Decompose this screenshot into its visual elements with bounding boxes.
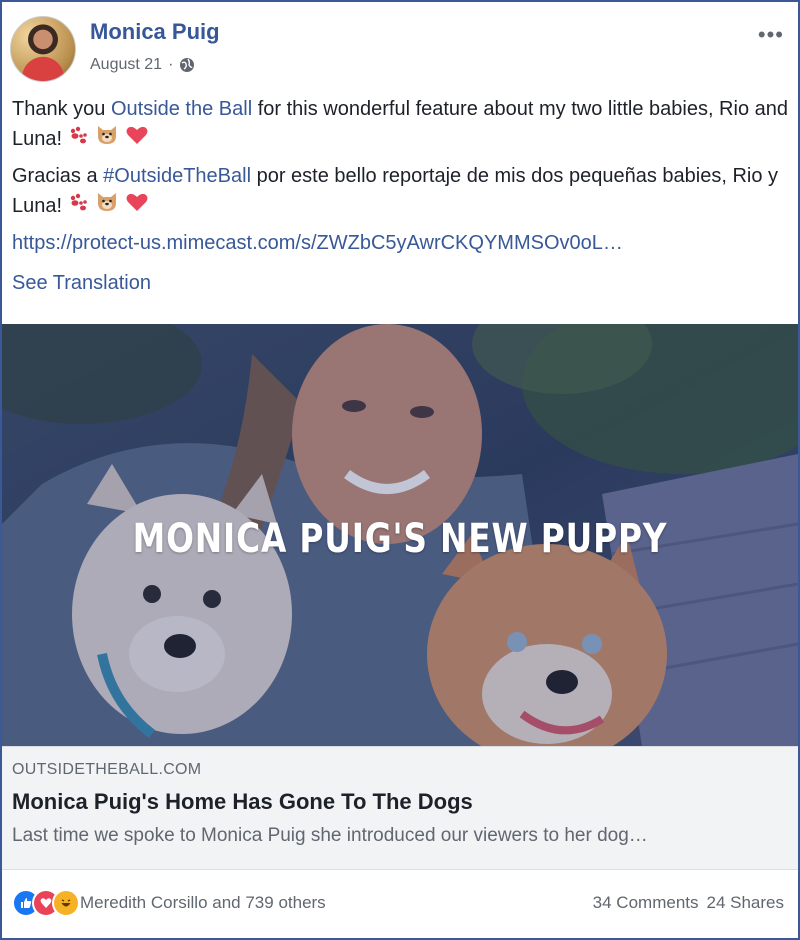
post-text: Thank you Outside the Ball for this wond… xyxy=(12,94,788,298)
post-header: Monica Puig August 21 · ••• xyxy=(10,14,790,84)
dog-face-icon xyxy=(95,191,119,222)
photo-overlay-title: MONICA PUIG'S NEW PUPPY xyxy=(132,516,668,562)
paw-prints-icon xyxy=(68,125,90,155)
text-segment: Gracias a xyxy=(12,165,104,188)
see-translation-link[interactable]: See Translation xyxy=(12,268,788,298)
page-link-outside-the-ball[interactable]: Outside the Ball xyxy=(111,98,252,120)
more-options-button[interactable]: ••• xyxy=(758,22,784,48)
avatar[interactable] xyxy=(10,16,76,82)
facebook-post: Monica Puig August 21 · ••• Thank you Ou… xyxy=(0,0,800,940)
link-domain: OUTSIDETHEBALL.COM xyxy=(12,761,202,778)
shares-count-link[interactable]: 24 Shares xyxy=(707,893,785,913)
shared-url-link[interactable]: https://protect-us.mimecast.com/s/ZWZbC5… xyxy=(12,228,788,258)
author-name[interactable]: Monica Puig xyxy=(90,19,220,45)
text-segment: Thank you xyxy=(12,98,111,120)
engagement-counts: 34 Comments 24 Shares xyxy=(593,893,784,913)
hashtag-link[interactable]: #OutsideTheBall xyxy=(103,165,251,187)
post-date[interactable]: August 21 xyxy=(90,56,162,74)
meta-separator: · xyxy=(168,56,174,73)
post-meta: August 21 · xyxy=(90,56,195,74)
red-heart-icon xyxy=(125,191,149,222)
haha-icon xyxy=(52,889,80,917)
link-preview-card[interactable]: OUTSIDETHEBALL.COM Monica Puig's Home Ha… xyxy=(2,746,798,870)
shared-photo[interactable]: MONICA PUIG'S NEW PUPPY xyxy=(2,324,798,746)
dog-face-icon xyxy=(95,124,119,155)
link-description: Last time we spoke to Monica Puig she in… xyxy=(12,825,648,846)
reaction-icons xyxy=(12,889,80,917)
link-title[interactable]: Monica Puig's Home Has Gone To The Dogs xyxy=(12,789,788,815)
reacted-by-text[interactable]: Meredith Corsillo and 739 others xyxy=(80,893,326,913)
post-paragraph-english: Thank you Outside the Ball for this wond… xyxy=(12,94,788,155)
paw-prints-icon xyxy=(68,192,90,222)
red-heart-icon xyxy=(125,124,149,155)
post-paragraph-spanish: Gracias a #OutsideTheBall por este bello… xyxy=(12,161,788,222)
reactions-summary[interactable]: Meredith Corsillo and 739 others xyxy=(12,889,326,917)
globe-icon[interactable] xyxy=(179,57,195,73)
comments-count-link[interactable]: 34 Comments xyxy=(593,893,699,913)
post-footer: Meredith Corsillo and 739 others 34 Comm… xyxy=(2,870,798,936)
